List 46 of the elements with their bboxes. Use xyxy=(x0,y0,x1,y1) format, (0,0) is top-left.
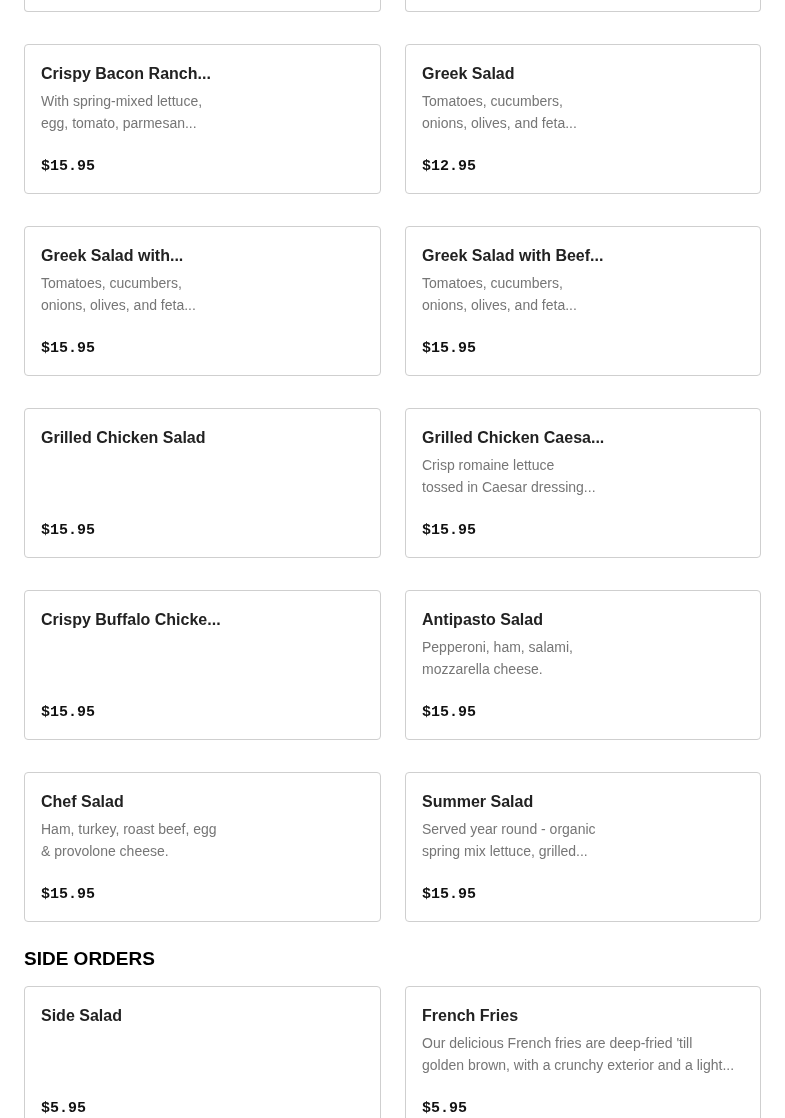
menu-item-card[interactable]: Chef Salad Ham, turkey, roast beef, egg & provolone cheese. $15.95 xyxy=(24,772,381,922)
item-name: Antipasto Salad xyxy=(422,610,543,630)
menu-item-card[interactable]: Summer Salad Served year round - organic spring mix lettuce, grilled... $15.95 xyxy=(405,772,761,922)
menu-item-card[interactable]: Crispy Buffalo Chicke... $15.95 xyxy=(24,590,381,740)
item-price: $15.95 xyxy=(422,885,476,905)
item-name: Summer Salad xyxy=(422,792,534,812)
item-name: Side Salad xyxy=(41,1006,122,1026)
item-description: Tomatoes, cucumbers, onions, olives, and feta... xyxy=(422,92,577,133)
item-name: French Fries xyxy=(422,1006,519,1026)
item-description: Tomatoes, cucumbers, onions, olives, and feta... xyxy=(41,274,196,315)
item-price: $15.95 xyxy=(422,521,476,541)
item-description: With spring-mixed lettuce, egg, tomato, parmesan... xyxy=(41,92,203,133)
item-price: $15.95 xyxy=(41,703,95,723)
menu-item-card[interactable]: Greek Salad with... Tomatoes, cucumbers, onions, olives, and feta... $15.95 xyxy=(24,226,381,376)
item-name: Greek Salad with... xyxy=(41,246,184,266)
menu-item-card[interactable]: Greek Salad with Beef... Tomatoes, cucumbers, onions, olives, and feta... $15.95 xyxy=(405,226,761,376)
item-price: $5.95 xyxy=(41,1099,86,1118)
menu-item-card[interactable]: Greek Salad Tomatoes, cucumbers, onions, olives, and feta... $12.95 xyxy=(405,44,761,194)
item-name: Greek Salad with Beef... xyxy=(422,246,604,266)
menu-item-card[interactable]: Grilled Chicken Salad $15.95 xyxy=(24,408,381,558)
item-description: Crisp romaine lettuce tossed in Caesar dressing... xyxy=(422,456,596,497)
menu-item-card[interactable]: Antipasto Salad Pepperoni, ham, salami, mozzarella cheese. $15.95 xyxy=(405,590,761,740)
item-price: $12.95 xyxy=(422,157,476,177)
item-name: Grilled Chicken Caesa... xyxy=(422,428,605,448)
item-name: Crispy Bacon Ranch... xyxy=(41,64,211,84)
item-price: $15.95 xyxy=(41,157,95,177)
item-price: $15.95 xyxy=(41,521,95,541)
menu-item-card[interactable]: Grilled Chicken Caesa... Crisp romaine lettuce tossed in Caesar dressing... $15.95 xyxy=(405,408,761,558)
item-description: Ham, turkey, roast beef, egg & provolone cheese. xyxy=(41,820,217,861)
item-price: $15.95 xyxy=(422,339,476,359)
item-description: Pepperoni, ham, salami, mozzarella cheese. xyxy=(422,638,573,679)
item-name: Crispy Buffalo Chicke... xyxy=(41,610,221,630)
item-description: Tomatoes, cucumbers, onions, olives, and feta... xyxy=(422,274,577,315)
item-description: Our delicious French fries are deep-fried 'till golden brown, with a crunchy exterior and a light... xyxy=(422,1034,735,1075)
item-price: $15.95 xyxy=(422,703,476,723)
item-price: $5.95 xyxy=(422,1099,467,1118)
menu-item-card[interactable]: French Fries Our delicious French fries are deep-fried 'till golden brown, with a crunchy exterior and a light... $5.95 xyxy=(405,986,761,1118)
item-price: $15.95 xyxy=(41,885,95,905)
menu-item-card[interactable]: Crispy Bacon Ranch... With spring-mixed lettuce, egg, tomato, parmesan... $15.95 xyxy=(24,44,381,194)
menu-item-card[interactable]: Side Salad $5.95 xyxy=(24,986,381,1118)
item-name: Grilled Chicken Salad xyxy=(41,428,206,448)
section-heading: SIDE ORDERS xyxy=(24,948,156,970)
item-name: Chef Salad xyxy=(41,792,124,812)
item-price: $15.95 xyxy=(41,339,95,359)
item-name: Greek Salad xyxy=(422,64,515,84)
item-description: Served year round - organic spring mix lettuce, grilled... xyxy=(422,820,596,861)
